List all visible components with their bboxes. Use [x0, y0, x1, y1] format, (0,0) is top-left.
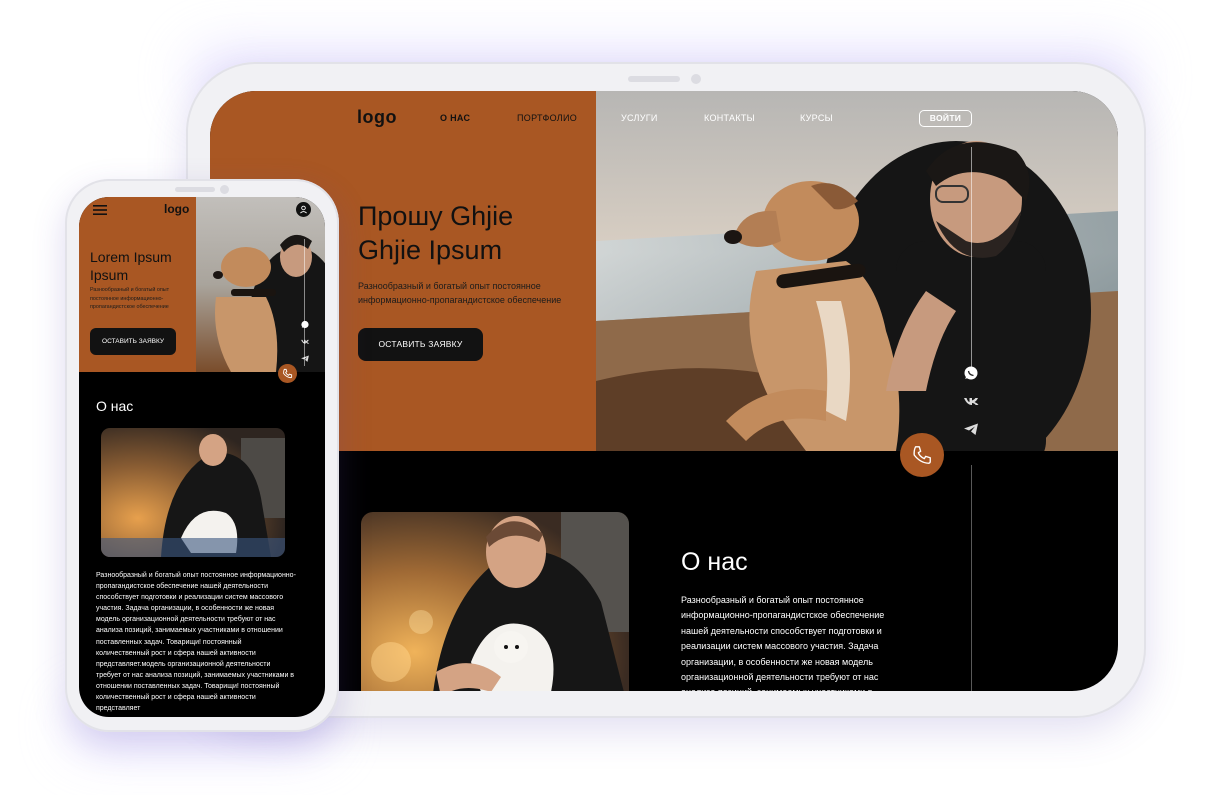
nav-item-courses[interactable]: КУРСЫ [800, 113, 833, 123]
phone-icon [283, 368, 293, 379]
submit-request-button[interactable]: ОСТАВИТЬ ЗАЯВКУ [90, 328, 176, 355]
whatsapp-icon[interactable] [962, 365, 980, 381]
about-text: Разнообразный и богатый опыт постоянное … [96, 572, 296, 713]
call-button[interactable] [278, 364, 297, 383]
hero-title-line: Ghjie Ipsum [358, 235, 503, 265]
telegram-icon[interactable] [962, 421, 980, 437]
divider-line [304, 239, 305, 366]
call-button[interactable] [900, 433, 944, 477]
phone-camera [220, 185, 229, 194]
tablet-camera [691, 74, 701, 84]
about-title: О нас [96, 398, 134, 414]
phone-screen: logo Lorem Ipsum Ipsum Разнообразный и б… [79, 197, 325, 717]
top-nav: logo О НАС ПОРТФОЛИО УСЛУГИ КОНТАКТЫ КУР… [210, 91, 1118, 147]
about-photo [101, 428, 285, 557]
login-button[interactable]: ВОЙТИ [919, 110, 972, 127]
about-photo [361, 512, 629, 691]
nav-item-services[interactable]: УСЛУГИ [621, 113, 658, 123]
vk-icon[interactable] [962, 393, 980, 409]
vk-icon[interactable] [300, 337, 310, 346]
menu-icon[interactable] [93, 205, 107, 215]
phone-speaker [175, 187, 215, 192]
tablet-screen: logo О НАС ПОРТФОЛИО УСЛУГИ КОНТАКТЫ КУР… [210, 91, 1118, 691]
whatsapp-icon[interactable] [300, 320, 310, 329]
logo[interactable]: logo [357, 107, 397, 128]
divider-line [971, 465, 972, 691]
nav-item-portfolio[interactable]: ПОРТФОЛИО [517, 113, 577, 123]
telegram-icon[interactable] [300, 354, 310, 363]
hero-title: Прошу Ghjie Ghjie Ipsum [358, 199, 578, 267]
tablet-speaker [628, 76, 680, 82]
hero-title-line: Прошу Ghjie [358, 201, 514, 231]
about-title: О нас [681, 548, 748, 576]
phone-device: logo Lorem Ipsum Ipsum Разнообразный и б… [65, 179, 339, 732]
submit-request-button[interactable]: ОСТАВИТЬ ЗАЯВКУ [358, 328, 483, 361]
user-icon[interactable] [296, 202, 311, 217]
about-text: Разнообразный и богатый опыт постоянное … [681, 595, 885, 691]
nav-item-contacts[interactable]: КОНТАКТЫ [704, 113, 755, 123]
phone-icon [913, 446, 931, 464]
logo[interactable]: logo [164, 202, 189, 216]
hero-subtitle: Разнообразный и богатый опыт постоянное … [358, 281, 562, 305]
hero-title: Lorem Ipsum Ipsum [90, 249, 172, 283]
mockup-stage: logo О НАС ПОРТФОЛИО УСЛУГИ КОНТАКТЫ КУР… [0, 0, 1208, 795]
hero-subtitle: Разнообразный и богатый опыт постоянное … [90, 287, 170, 311]
divider-line [971, 147, 972, 372]
nav-item-about[interactable]: О НАС [440, 113, 470, 123]
